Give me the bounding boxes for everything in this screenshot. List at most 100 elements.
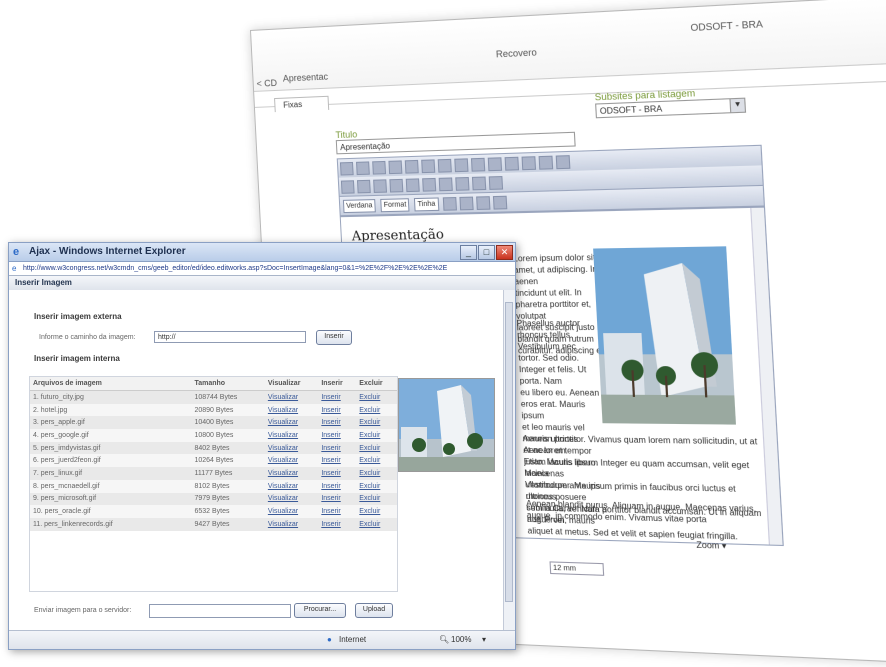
insert-link[interactable]: Inserir	[321, 445, 340, 452]
tab-fixas[interactable]: Fixas	[274, 95, 330, 113]
insert-cell: Inserir	[318, 492, 357, 506]
list-icon[interactable]	[470, 157, 486, 172]
upload-button[interactable]: Upload	[355, 603, 393, 618]
link-icon[interactable]	[389, 178, 404, 193]
view-cell: Visualizar	[264, 479, 319, 493]
insert-link[interactable]: Inserir	[321, 495, 340, 502]
maximize-button[interactable]: □	[478, 245, 495, 260]
delete-link[interactable]: Excluir	[359, 407, 380, 414]
file-size-cell: 20890 Bytes	[191, 403, 265, 417]
view-link[interactable]: Visualizar	[268, 521, 298, 528]
file-size-cell: 7979 Bytes	[194, 495, 230, 503]
delete-link[interactable]: Excluir	[359, 521, 380, 528]
address-bar[interactable]: e http://www.w3congress.net/w3cmdn_cms/g…	[9, 262, 515, 276]
chevron-down-icon[interactable]: ▾	[482, 635, 486, 644]
back-label[interactable]: < CD	[256, 78, 277, 89]
scroll-thumb[interactable]	[505, 302, 513, 602]
insert-link[interactable]: Inserir	[321, 457, 340, 464]
delete-link[interactable]: Excluir	[359, 445, 380, 452]
table-icon[interactable]	[438, 177, 453, 192]
delete-link[interactable]: Excluir	[359, 419, 380, 426]
highlight-icon[interactable]	[471, 176, 487, 191]
insert-link[interactable]: Inserir	[321, 394, 340, 401]
upload-file-field[interactable]	[149, 604, 291, 618]
chevron-down-icon[interactable]: ▼	[729, 98, 745, 113]
insert-link[interactable]: Inserir	[321, 470, 340, 477]
table-row: 6. pers_juerd2feon.gif 10264 Bytes Visuali…	[30, 454, 397, 468]
redo-icon[interactable]	[404, 159, 419, 174]
insert-link[interactable]: Inserir	[321, 419, 340, 426]
italic-icon[interactable]	[437, 158, 452, 173]
image-icon[interactable]	[422, 177, 437, 192]
browse-button[interactable]: Procurar...	[294, 603, 346, 618]
view-link[interactable]: Visualizar	[268, 445, 298, 452]
delete-link[interactable]: Excluir	[359, 470, 380, 477]
insert-link[interactable]: Inserir	[321, 508, 340, 515]
view-link[interactable]: Visualizar	[268, 457, 298, 464]
font-select[interactable]: Verdana	[342, 199, 376, 214]
delete-link[interactable]: Excluir	[359, 394, 380, 401]
close-button[interactable]: ✕	[496, 245, 513, 260]
zoom-level[interactable]: 100%	[451, 635, 471, 644]
minimize-button[interactable]: _	[460, 245, 477, 260]
delete-cell: Excluir	[356, 479, 397, 493]
copy-icon[interactable]	[356, 161, 370, 176]
view-link[interactable]: Visualizar	[268, 419, 298, 426]
view-link[interactable]: Visualizar	[268, 483, 298, 490]
delete-link[interactable]: Excluir	[359, 483, 380, 490]
underline-icon[interactable]	[454, 158, 469, 173]
file-name-cell: 2. hotel.jpg	[30, 403, 192, 417]
view-link[interactable]: Visualizar	[268, 394, 298, 401]
insert-table-icon[interactable]	[492, 195, 507, 210]
superscript-icon[interactable]	[373, 179, 388, 193]
unlink-icon[interactable]	[405, 178, 420, 193]
delete-link[interactable]: Excluir	[359, 457, 380, 464]
view-link[interactable]: Visualizar	[268, 508, 298, 515]
file-size-cell: 10264 Bytes	[191, 454, 265, 468]
delete-cell: Excluir	[356, 403, 397, 417]
file-size-cell: 10400 Bytes	[194, 419, 234, 427]
text-color-icon[interactable]	[442, 197, 457, 211]
cut-icon[interactable]	[339, 161, 354, 176]
size-select[interactable]: Tinha	[414, 197, 439, 212]
popup-title-bar[interactable]: e Ajax - Windows Internet Explorer _ □ ✕	[9, 243, 515, 262]
insert-image-icon[interactable]	[475, 196, 490, 210]
align-right-icon[interactable]	[538, 155, 554, 170]
subscript-icon[interactable]	[356, 179, 371, 194]
delete-link[interactable]: Excluir	[359, 432, 380, 439]
delete-cell: Excluir	[356, 454, 397, 468]
view-link[interactable]: Visualizar	[268, 432, 298, 439]
bg-color-icon[interactable]	[458, 196, 474, 211]
table-row: 1. futuro_city.jpg 108744 Bytes Visualizar…	[30, 390, 397, 404]
insert-link[interactable]: Inserir	[321, 521, 340, 528]
insert-link[interactable]: Inserir	[321, 483, 340, 490]
delete-link[interactable]: Excluir	[359, 495, 380, 502]
color-icon[interactable]	[455, 176, 470, 191]
align-center-icon[interactable]	[521, 156, 537, 171]
strike-icon[interactable]	[340, 180, 355, 194]
view-link[interactable]: Visualizar	[268, 407, 298, 414]
bold-icon[interactable]	[421, 159, 436, 174]
file-name-cell: 6. pers_juerd2feon.gif	[30, 454, 192, 468]
view-link[interactable]: Visualizar	[268, 470, 298, 477]
paste-icon[interactable]	[372, 160, 387, 175]
popup-scrollbar[interactable]	[503, 290, 515, 630]
insert-link[interactable]: Inserir	[321, 432, 340, 439]
file-size-cell: 11177 Bytes	[194, 469, 233, 477]
view-cell: Visualizar	[264, 429, 319, 442]
size-field[interactable]: 12 mm	[549, 561, 605, 576]
insert-external-button[interactable]: Inserir	[316, 330, 352, 345]
undo-icon[interactable]	[388, 160, 403, 175]
view-link[interactable]: Visualizar	[268, 495, 298, 502]
file-size-cell: 6532 Bytes	[191, 505, 265, 518]
indent-icon[interactable]	[487, 157, 503, 172]
align-left-icon[interactable]	[504, 156, 520, 171]
rule-icon[interactable]	[488, 176, 504, 190]
zoom-control[interactable]: Zoom ▾	[696, 540, 727, 551]
external-url-field[interactable]: http://	[154, 331, 306, 343]
delete-link[interactable]: Excluir	[359, 508, 380, 515]
format-select[interactable]: Format	[380, 198, 410, 213]
insert-link[interactable]: Inserir	[321, 407, 340, 414]
page-crumb[interactable]: Apresentac	[283, 71, 329, 83]
justify-icon[interactable]	[555, 155, 571, 170]
